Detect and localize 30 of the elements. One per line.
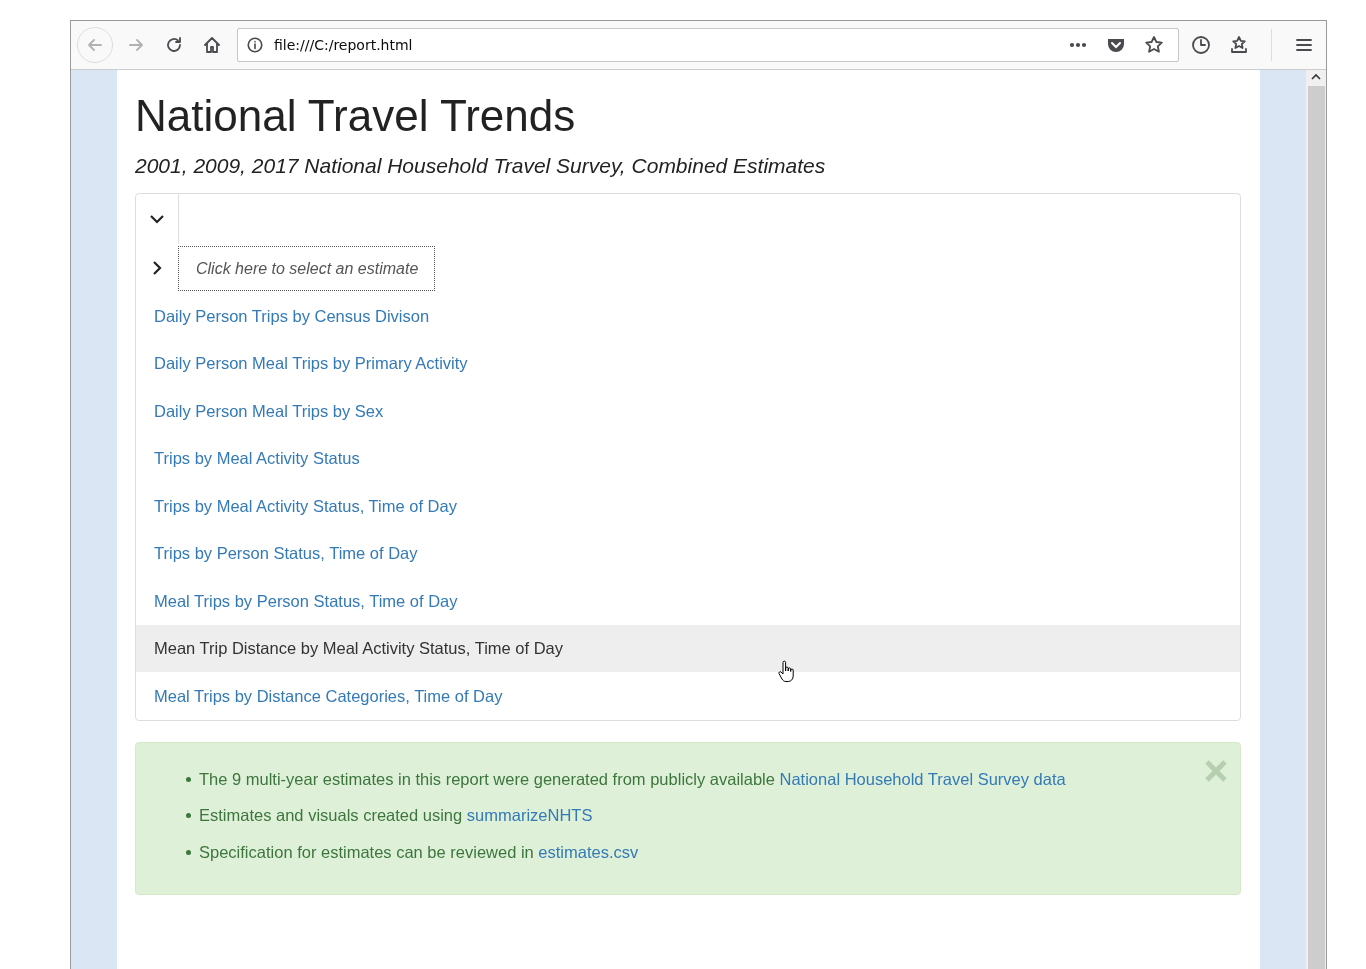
estimate-option[interactable]: Daily Person Trips by Census Divison: [136, 292, 1240, 340]
estimate-option[interactable]: Meal Trips by Distance Categories, Time of Day: [136, 672, 1240, 720]
notice-text: The 9 multi-year estimates in this report were generated from publicly available National Household Travel Survey data: [199, 769, 1066, 789]
home-button[interactable]: [202, 35, 222, 55]
estimate-selector[interactable]: Click here to select an estimate: [178, 245, 436, 291]
chevron-right-icon[interactable]: [151, 260, 163, 277]
estimate-option[interactable]: Meal Trips by Person Status, Time of Day: [136, 577, 1240, 625]
notice-link[interactable]: National Household Travel Survey data: [779, 769, 1066, 788]
reload-button[interactable]: [164, 35, 184, 55]
notice-link[interactable]: summarizeNHTS: [466, 806, 593, 825]
estimate-option[interactable]: Trips by Person Status, Time of Day: [136, 529, 1240, 578]
estimate-option[interactable]: Daily Person Meal Trips by Primary Activity: [136, 339, 1240, 388]
scrollbar[interactable]: [1306, 70, 1326, 969]
bookmark-star-icon[interactable]: [1229, 35, 1249, 55]
estimate-option[interactable]: Daily Person Meal Trips by Sex: [136, 387, 1240, 435]
page-title: National Travel Trends: [135, 92, 577, 141]
estimate-option[interactable]: Trips by Meal Activity Status, Time of Day: [136, 482, 1240, 530]
hand-cursor-icon: [777, 660, 797, 684]
clock-icon[interactable]: [1191, 35, 1211, 55]
address-bar[interactable]: file:///C:/report.html: [237, 28, 1179, 62]
url-text: file:///C:/report.html: [274, 37, 414, 53]
notice-text: Estimates and visuals created using summarizeNHTS: [199, 806, 593, 826]
star-icon[interactable]: [1144, 35, 1164, 55]
estimate-option[interactable]: Trips by Meal Activity Status: [136, 434, 1240, 483]
info-icon[interactable]: [246, 36, 264, 54]
notice-text: Specification for estimates can be reviewed in estimates.csv: [199, 842, 639, 862]
page-subtitle: 2001, 2009, 2017 National Household Travel Survey, Combined Estimates: [135, 154, 827, 179]
estimate-option[interactable]: Mean Trip Distance by Meal Activity Status, Time of Day: [136, 624, 1240, 673]
chevron-down-icon[interactable]: [149, 213, 165, 226]
notice-link[interactable]: estimates.csv: [538, 842, 639, 861]
